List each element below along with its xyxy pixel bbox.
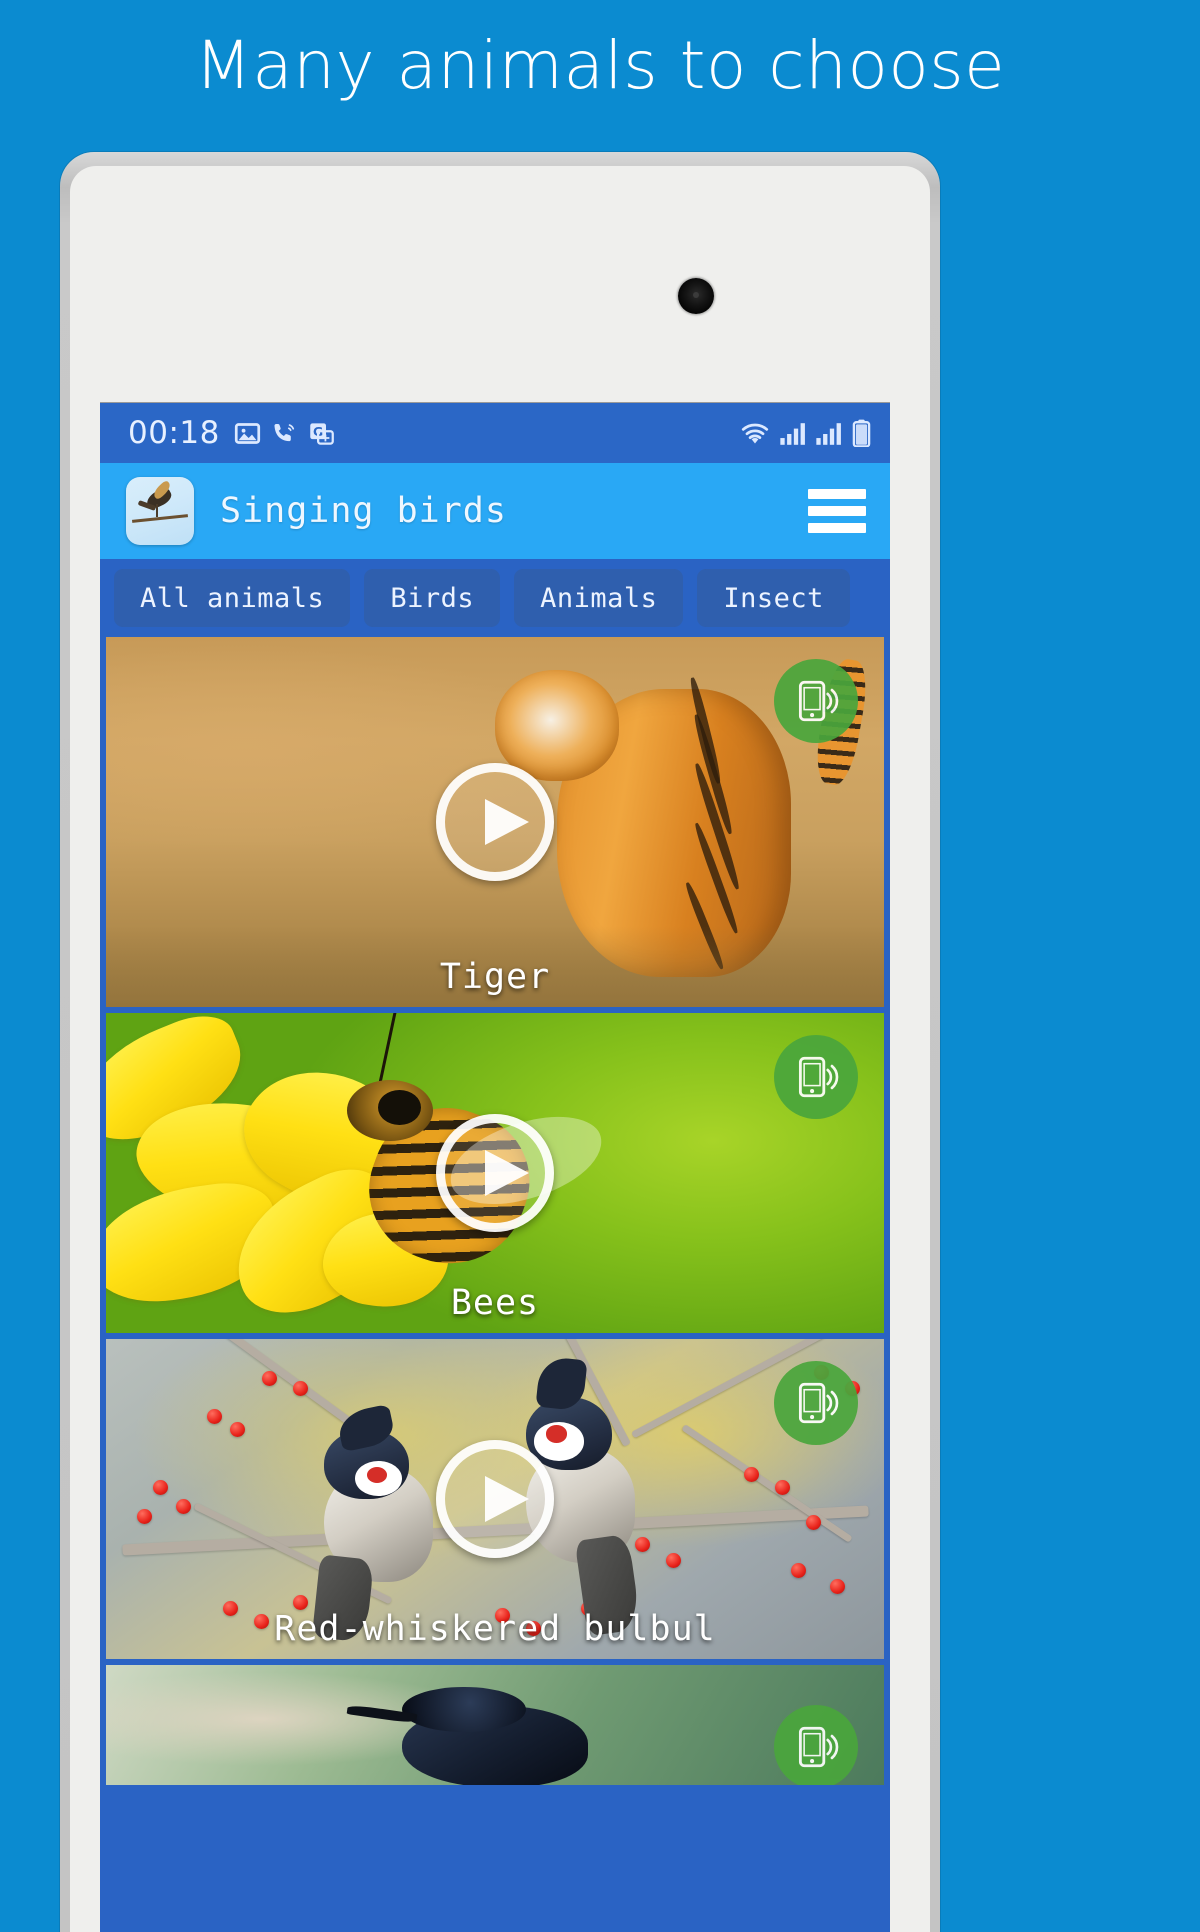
ringtone-badge-button[interactable] [774,659,858,743]
status-bar-notification-icons: G [234,420,335,447]
tab-animals[interactable]: Animals [514,569,684,627]
phone-call-icon [274,423,294,441]
status-bar-system-icons [740,419,872,447]
phone-ringtone-icon [798,1382,839,1424]
play-circle-icon[interactable] [436,1114,554,1232]
bird-photo [106,1665,884,1785]
translate-icon: G [310,422,334,445]
hamburger-menu-icon[interactable] [808,489,866,533]
list-item[interactable]: Red-whiskered bulbul [106,1339,884,1659]
signal-bars-icon [780,423,805,445]
play-circle-icon[interactable] [436,1440,554,1558]
status-bar-time: 00:18 [128,415,220,451]
image-icon [234,422,260,444]
phone-ringtone-icon [798,1726,839,1768]
list-item[interactable]: Tiger [106,637,884,1007]
status-bar: 00:18 G [100,403,890,463]
tab-birds[interactable]: Birds [364,569,501,627]
tab-insect[interactable]: Insect [697,569,850,627]
app-title: Singing birds [220,491,507,531]
phone-screen: 00:18 G Singing birds All animals Birds … [100,402,890,1932]
battery-icon [852,419,871,447]
ringtone-badge-button[interactable] [774,1035,858,1119]
front-camera-icon [678,278,714,314]
app-logo-icon [126,477,194,545]
app-bar: Singing birds [100,463,890,559]
signal-bars-icon [816,423,841,445]
play-circle-icon[interactable] [436,763,554,881]
list-item-label: Bees [450,1283,540,1323]
promo-headline: Many animals to choose [194,27,1006,104]
list-item[interactable]: Bees [106,1013,884,1333]
phone-ringtone-icon [798,1056,839,1098]
phone-ringtone-icon [798,680,839,722]
animal-list: Tiger Bees Red-whiskered bulbul [100,637,890,1785]
ringtone-badge-button[interactable] [774,1361,858,1445]
list-item[interactable] [106,1665,884,1785]
category-tabs: All animals Birds Animals Insect [100,559,890,637]
wifi-icon [741,423,769,444]
ringtone-badge-button[interactable] [774,1705,858,1785]
tab-all-animals[interactable]: All animals [114,569,351,627]
device-mockup: 00:18 G Singing birds All animals Birds … [60,152,940,1932]
list-item-label: Red-whiskered bulbul [274,1609,716,1649]
list-item-label: Tiger [439,957,551,997]
